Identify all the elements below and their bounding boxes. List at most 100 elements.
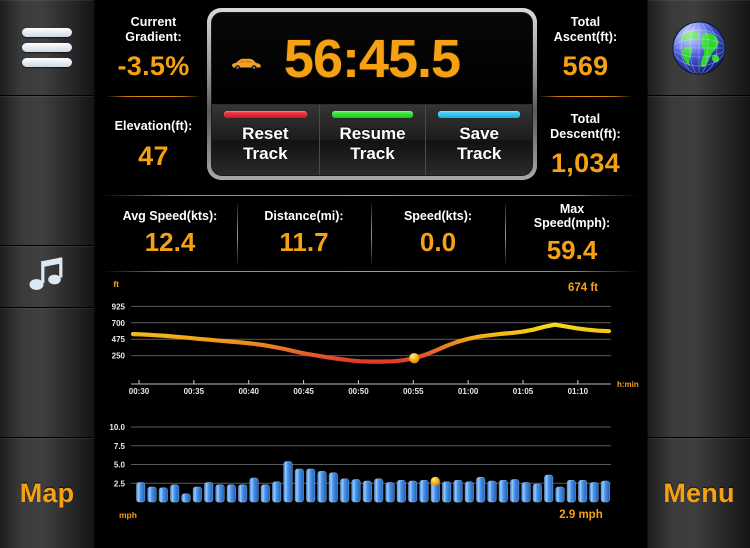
stat-label-line2: Gradient: [125, 29, 182, 44]
sidebar-panel-right-blank[interactable] [647, 96, 750, 438]
stat-max-speed-line1: Max [559, 201, 585, 216]
svg-text:00:40: 00:40 [238, 387, 259, 396]
timer-elapsed-value: 56:45.5 [283, 28, 461, 89]
sidebar-panel-blank-upper[interactable] [0, 96, 95, 246]
reset-track-color-bar [224, 111, 307, 118]
stat-current-gradient-label: Current Gradient: [125, 15, 181, 45]
svg-text:700: 700 [112, 319, 126, 328]
svg-text:2.9 mph: 2.9 mph [559, 509, 602, 521]
save-track-button[interactable]: Save Track [425, 105, 532, 175]
stat-speed: Speed(kts): 0.0 [371, 195, 505, 272]
stat-label-line1: Current [130, 14, 177, 29]
stat-current-gradient: Current Gradient: -3.5% [100, 0, 207, 97]
sidebar-item-globe[interactable] [647, 0, 750, 96]
sidebar-item-map-label: Map [19, 477, 75, 508]
svg-text:00:35: 00:35 [184, 387, 205, 396]
stat-total-ascent-label: Total Ascent(ft): [554, 15, 618, 45]
stat-descent-line1: Total [570, 111, 601, 126]
svg-text:2.5: 2.5 [114, 479, 126, 488]
timer-button-group: Reset Track Resume Track Save Track [212, 105, 532, 175]
right-sidebar: Menu [647, 0, 750, 548]
right-stat-column: Total Ascent(ft): 569 Total Descent(ft):… [532, 0, 639, 194]
svg-text:01:00: 01:00 [458, 387, 479, 396]
timer-inner: 56:45.5 Reset Track Resume Track Save Tr… [211, 12, 533, 176]
stat-total-descent-value: 1,034 [550, 148, 621, 179]
stat-ascent-line1: Total [570, 14, 601, 29]
sidebar-panel-blank-lower[interactable] [0, 308, 95, 438]
speed-chart[interactable]: 10.0 7.5 5.0 2.5 mph 2.9 mph [95, 406, 647, 531]
timer-module: 56:45.5 Reset Track Resume Track Save Tr… [207, 8, 537, 180]
stat-total-descent: Total Descent(ft): 1,034 [532, 97, 639, 194]
sidebar-item-menu-toggle[interactable] [0, 0, 95, 96]
svg-text:475: 475 [112, 335, 126, 344]
resume-track-button[interactable]: Resume Track [318, 105, 426, 175]
svg-text:7.5: 7.5 [114, 442, 126, 451]
stat-elevation: Elevation(ft): 47 [100, 97, 207, 194]
stat-speed-value: 0.0 [419, 227, 457, 258]
stat-elevation-label: Elevation(ft): [114, 119, 193, 134]
stat-ascent-line2: Ascent(ft): [553, 29, 618, 44]
svg-text:5.0: 5.0 [114, 461, 126, 470]
elevation-chart-svg: ft 674 ft 925 700 475 250 h:min 00:30 00:35 00:40… [112, 279, 639, 396]
mid-stats-row: Avg Speed(kts): 12.4 Distance(mi): 11.7 … [103, 194, 639, 272]
stat-current-gradient-value: -3.5% [117, 51, 190, 82]
stat-max-speed-value: 59.4 [546, 234, 598, 265]
stat-avg-speed: Avg Speed(kts): 12.4 [103, 195, 237, 272]
svg-text:00:50: 00:50 [348, 387, 369, 396]
left-sidebar: Map [0, 0, 95, 548]
save-track-color-bar [438, 111, 521, 118]
resume-track-color-bar [331, 111, 414, 118]
svg-text:925: 925 [112, 302, 126, 311]
resume-track-label-line1: Resume [339, 123, 406, 143]
reset-track-button[interactable]: Reset Track [212, 105, 319, 175]
sidebar-item-music[interactable] [0, 246, 95, 308]
stat-max-speed-line2: Speed(mph): [533, 216, 611, 230]
svg-text:00:55: 00:55 [403, 387, 424, 396]
stat-avg-speed-value: 12.4 [144, 227, 196, 258]
svg-text:01:05: 01:05 [513, 387, 534, 396]
stat-elevation-value: 47 [138, 140, 169, 171]
elevation-chart[interactable]: ft 674 ft 925 700 475 250 h:min 00:30 00:35 00:40… [95, 276, 647, 406]
sidebar-item-map[interactable]: Map [0, 438, 95, 548]
stat-speed-label: Speed(kts): [403, 208, 473, 223]
stat-max-speed: Max Speed(mph): 59.4 [505, 195, 639, 272]
stat-avg-speed-label: Avg Speed(kts): [122, 208, 218, 223]
svg-text:ft: ft [113, 279, 119, 289]
resume-track-label-line2: Track [350, 144, 395, 163]
save-track-label: Save Track [457, 124, 501, 164]
stat-distance: Distance(mi): 11.7 [237, 195, 371, 272]
reset-track-label-line2: Track [243, 144, 288, 163]
svg-text:250: 250 [112, 352, 126, 361]
stat-distance-value: 11.7 [279, 227, 329, 258]
resume-track-label: Resume Track [339, 124, 405, 164]
reset-track-label: Reset Track [242, 124, 288, 164]
stat-total-ascent-value: 569 [562, 51, 609, 82]
main-dashboard: Current Gradient: -3.5% Elevation(ft): 4… [95, 0, 647, 548]
svg-text:00:30: 00:30 [129, 387, 150, 396]
stat-max-speed-label: Max Speed(mph): [534, 202, 610, 231]
svg-text:h:min: h:min [617, 380, 639, 389]
reset-track-label-line1: Reset [242, 123, 289, 143]
svg-text:00:45: 00:45 [293, 387, 314, 396]
gps-dashboard-app: Map Current Gradient: -3.5% Elevation(ft… [0, 0, 750, 548]
stat-total-descent-label: Total Descent(ft): [550, 112, 621, 142]
charts-area: ft 674 ft 925 700 475 250 h:min 00:30 00:35 00:40… [95, 272, 647, 542]
left-stat-column: Current Gradient: -3.5% Elevation(ft): 4… [100, 0, 207, 194]
speed-chart-svg: 10.0 7.5 5.0 2.5 mph 2.9 mph [109, 423, 611, 521]
svg-text:674 ft: 674 ft [568, 282, 598, 294]
globe-icon [670, 19, 728, 77]
top-stats-row: Current Gradient: -3.5% Elevation(ft): 4… [95, 0, 647, 194]
stat-descent-line2: Descent(ft): [550, 126, 621, 141]
stat-total-ascent: Total Ascent(ft): 569 [532, 0, 639, 97]
car-icon [232, 58, 261, 70]
sidebar-item-menu-label: Menu [663, 477, 735, 508]
save-track-label-line1: Save [459, 123, 500, 143]
sidebar-item-menu[interactable]: Menu [647, 438, 750, 548]
timer-display: 56:45.5 [212, 13, 532, 105]
svg-text:mph: mph [119, 510, 137, 520]
svg-text:10.0: 10.0 [109, 423, 125, 432]
music-note-icon [29, 257, 63, 290]
save-track-label-line2: Track [456, 144, 502, 163]
svg-text:01:10: 01:10 [568, 387, 589, 396]
hamburger-menu-icon [22, 28, 72, 67]
